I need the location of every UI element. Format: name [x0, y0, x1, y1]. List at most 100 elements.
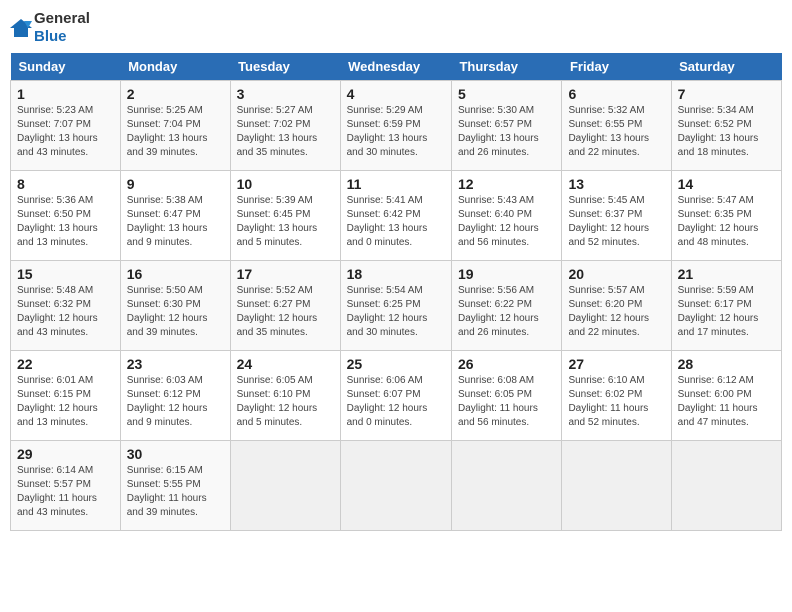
weekday-header-tuesday: Tuesday [230, 53, 340, 81]
day-detail: Sunrise: 5:34 AMSunset: 6:52 PMDaylight:… [678, 104, 775, 160]
day-number: 19 [458, 266, 555, 282]
day-number: 27 [568, 356, 664, 372]
day-detail: Sunrise: 5:23 AMSunset: 7:07 PMDaylight:… [17, 104, 114, 160]
day-detail: Sunrise: 6:01 AMSunset: 6:15 PMDaylight:… [17, 374, 114, 430]
day-detail: Sunrise: 5:56 AMSunset: 6:22 PMDaylight:… [458, 284, 555, 340]
day-number: 23 [127, 356, 224, 372]
day-detail: Sunrise: 5:36 AMSunset: 6:50 PMDaylight:… [17, 194, 114, 250]
day-number: 18 [347, 266, 445, 282]
calendar-cell: 12 Sunrise: 5:43 AMSunset: 6:40 PMDayligh… [451, 171, 561, 261]
calendar-week-row: 15 Sunrise: 5:48 AMSunset: 6:32 PMDayligh… [11, 261, 782, 351]
day-detail: Sunrise: 5:47 AMSunset: 6:35 PMDaylight:… [678, 194, 775, 250]
calendar-cell: 26 Sunrise: 6:08 AMSunset: 6:05 PMDayligh… [451, 351, 561, 441]
day-detail: Sunrise: 5:48 AMSunset: 6:32 PMDaylight:… [17, 284, 114, 340]
weekday-header-row: SundayMondayTuesdayWednesdayThursdayFrid… [11, 53, 782, 81]
logo-bird-icon [10, 17, 32, 39]
day-detail: Sunrise: 5:38 AMSunset: 6:47 PMDaylight:… [127, 194, 224, 250]
calendar-cell: 23 Sunrise: 6:03 AMSunset: 6:12 PMDayligh… [120, 351, 230, 441]
weekday-header-saturday: Saturday [671, 53, 781, 81]
calendar-cell: 9 Sunrise: 5:38 AMSunset: 6:47 PMDaylight… [120, 171, 230, 261]
calendar-cell [230, 441, 340, 531]
day-detail: Sunrise: 6:12 AMSunset: 6:00 PMDaylight:… [678, 374, 775, 430]
logo-wordmark: General Blue [10, 10, 90, 45]
day-detail: Sunrise: 5:54 AMSunset: 6:25 PMDaylight:… [347, 284, 445, 340]
calendar-week-row: 1Sunrise: 5:23 AMSunset: 7:07 PMDaylight… [11, 81, 782, 171]
day-number: 3 [237, 86, 334, 102]
calendar-cell: 1Sunrise: 5:23 AMSunset: 7:07 PMDaylight… [11, 81, 121, 171]
day-detail: Sunrise: 5:27 AMSunset: 7:02 PMDaylight:… [237, 104, 334, 160]
day-detail: Sunrise: 5:50 AMSunset: 6:30 PMDaylight:… [127, 284, 224, 340]
logo-general: General [34, 10, 90, 27]
calendar-cell: 16 Sunrise: 5:50 AMSunset: 6:30 PMDayligh… [120, 261, 230, 351]
day-number: 14 [678, 176, 775, 192]
day-number: 20 [568, 266, 664, 282]
calendar-cell: 15 Sunrise: 5:48 AMSunset: 6:32 PMDayligh… [11, 261, 121, 351]
day-number: 6 [568, 86, 664, 102]
day-number: 17 [237, 266, 334, 282]
day-detail: Sunrise: 5:30 AMSunset: 6:57 PMDaylight:… [458, 104, 555, 160]
calendar-cell: 24Sunrise: 6:05 AMSunset: 6:10 PMDayligh… [230, 351, 340, 441]
day-detail: Sunrise: 6:10 AMSunset: 6:02 PMDaylight:… [568, 374, 664, 430]
day-number: 8 [17, 176, 114, 192]
calendar-week-row: 22 Sunrise: 6:01 AMSunset: 6:15 PMDayligh… [11, 351, 782, 441]
day-number: 28 [678, 356, 775, 372]
day-detail: Sunrise: 5:57 AMSunset: 6:20 PMDaylight:… [568, 284, 664, 340]
calendar-cell [451, 441, 561, 531]
calendar-cell: 27 Sunrise: 6:10 AMSunset: 6:02 PMDayligh… [562, 351, 671, 441]
day-detail: Sunrise: 5:41 AMSunset: 6:42 PMDaylight:… [347, 194, 445, 250]
day-number: 16 [127, 266, 224, 282]
calendar-cell [340, 441, 451, 531]
weekday-header-sunday: Sunday [11, 53, 121, 81]
day-number: 21 [678, 266, 775, 282]
logo: General Blue [10, 10, 90, 45]
day-number: 12 [458, 176, 555, 192]
calendar-week-row: 8 Sunrise: 5:36 AMSunset: 6:50 PMDaylight… [11, 171, 782, 261]
calendar-cell: 7 Sunrise: 5:34 AMSunset: 6:52 PMDaylight… [671, 81, 781, 171]
day-number: 25 [347, 356, 445, 372]
calendar-cell: 20 Sunrise: 5:57 AMSunset: 6:20 PMDayligh… [562, 261, 671, 351]
calendar-cell: 17 Sunrise: 5:52 AMSunset: 6:27 PMDayligh… [230, 261, 340, 351]
day-number: 15 [17, 266, 114, 282]
calendar-cell: 2 Sunrise: 5:25 AMSunset: 7:04 PMDaylight… [120, 81, 230, 171]
day-detail: Sunrise: 6:08 AMSunset: 6:05 PMDaylight:… [458, 374, 555, 430]
weekday-header-monday: Monday [120, 53, 230, 81]
page-header: General Blue [10, 10, 782, 45]
day-number: 7 [678, 86, 775, 102]
day-detail: Sunrise: 6:05 AMSunset: 6:10 PMDaylight:… [237, 374, 334, 430]
day-number: 9 [127, 176, 224, 192]
day-detail: Sunrise: 5:43 AMSunset: 6:40 PMDaylight:… [458, 194, 555, 250]
calendar-cell: 13 Sunrise: 5:45 AMSunset: 6:37 PMDayligh… [562, 171, 671, 261]
day-number: 2 [127, 86, 224, 102]
calendar-cell: 4 Sunrise: 5:29 AMSunset: 6:59 PMDaylight… [340, 81, 451, 171]
day-detail: Sunrise: 5:39 AMSunset: 6:45 PMDaylight:… [237, 194, 334, 250]
day-detail: Sunrise: 6:14 AMSunset: 5:57 PMDaylight:… [17, 464, 114, 520]
calendar-cell: 18 Sunrise: 5:54 AMSunset: 6:25 PMDayligh… [340, 261, 451, 351]
calendar-cell: 11Sunrise: 5:41 AMSunset: 6:42 PMDayligh… [340, 171, 451, 261]
calendar-cell: 5Sunrise: 5:30 AMSunset: 6:57 PMDaylight… [451, 81, 561, 171]
day-detail: Sunrise: 5:29 AMSunset: 6:59 PMDaylight:… [347, 104, 445, 160]
day-detail: Sunrise: 6:03 AMSunset: 6:12 PMDaylight:… [127, 374, 224, 430]
day-detail: Sunrise: 5:25 AMSunset: 7:04 PMDaylight:… [127, 104, 224, 160]
calendar-cell: 3 Sunrise: 5:27 AMSunset: 7:02 PMDaylight… [230, 81, 340, 171]
day-detail: Sunrise: 5:32 AMSunset: 6:55 PMDaylight:… [568, 104, 664, 160]
day-number: 4 [347, 86, 445, 102]
day-number: 30 [127, 446, 224, 462]
day-detail: Sunrise: 5:52 AMSunset: 6:27 PMDaylight:… [237, 284, 334, 340]
calendar-cell: 10 Sunrise: 5:39 AMSunset: 6:45 PMDayligh… [230, 171, 340, 261]
calendar-cell: 21Sunrise: 5:59 AMSunset: 6:17 PMDayligh… [671, 261, 781, 351]
day-number: 13 [568, 176, 664, 192]
day-number: 29 [17, 446, 114, 462]
weekday-header-friday: Friday [562, 53, 671, 81]
logo-blue: Blue [34, 28, 67, 45]
day-detail: Sunrise: 5:45 AMSunset: 6:37 PMDaylight:… [568, 194, 664, 250]
calendar-cell: 19 Sunrise: 5:56 AMSunset: 6:22 PMDayligh… [451, 261, 561, 351]
calendar-week-row: 29 Sunrise: 6:14 AMSunset: 5:57 PMDayligh… [11, 441, 782, 531]
day-detail: Sunrise: 6:06 AMSunset: 6:07 PMDaylight:… [347, 374, 445, 430]
day-number: 10 [237, 176, 334, 192]
calendar-cell: 14 Sunrise: 5:47 AMSunset: 6:35 PMDayligh… [671, 171, 781, 261]
weekday-header-thursday: Thursday [451, 53, 561, 81]
day-detail: Sunrise: 6:15 AMSunset: 5:55 PMDaylight:… [127, 464, 224, 520]
day-number: 22 [17, 356, 114, 372]
day-number: 26 [458, 356, 555, 372]
calendar-cell: 29 Sunrise: 6:14 AMSunset: 5:57 PMDayligh… [11, 441, 121, 531]
